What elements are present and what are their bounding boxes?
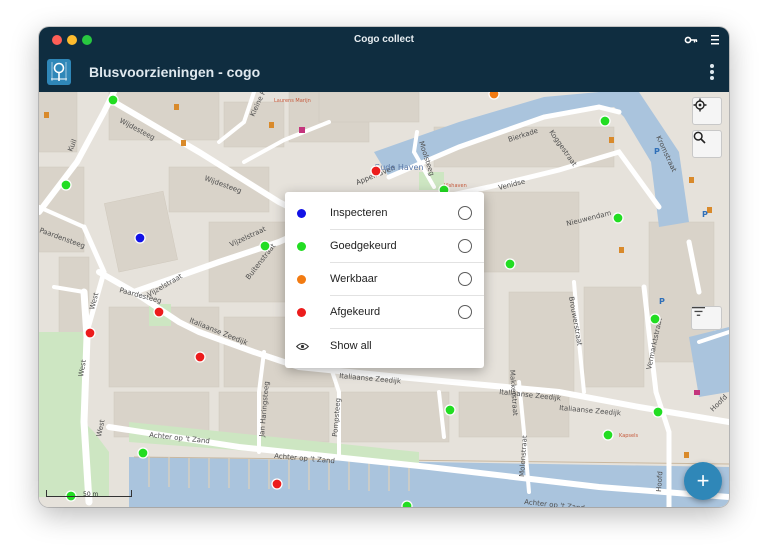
hydrant-marker[interactable] (444, 404, 456, 416)
show-all-option[interactable]: Show all (285, 330, 484, 363)
filter-option-goedgekeurd[interactable]: Goedgekeurd (285, 230, 484, 263)
svg-text:P: P (702, 210, 708, 219)
scale-bar-label: 50 m (83, 491, 99, 498)
svg-text:P: P (654, 147, 660, 156)
hydrant-marker[interactable] (153, 306, 165, 318)
hydrant-marker[interactable] (652, 406, 664, 418)
hydrant-marker[interactable] (602, 429, 614, 441)
filter-option-afgekeurd[interactable]: Afgekeurd (285, 296, 484, 329)
hydrant-marker[interactable] (60, 179, 72, 191)
filter-radio[interactable] (458, 305, 472, 319)
street-label: Hoofd (655, 471, 664, 492)
eye-icon (296, 342, 309, 351)
filter-option-inspecteren[interactable]: Inspecteren (285, 197, 484, 230)
filter-option-label: Afgekeurd (330, 306, 381, 318)
poi-label: Kapsels (619, 433, 638, 439)
hydrant-marker[interactable] (107, 94, 119, 106)
map-pin-logo-icon (51, 62, 67, 81)
filter-radio[interactable] (458, 272, 472, 286)
page-title: Blusvoorzieningen - cogo (89, 64, 261, 80)
hydrant-marker[interactable] (599, 115, 611, 127)
status-filter-menu: Inspecteren Goedgekeurd Werkbaar Afgekeu… (285, 192, 484, 368)
window-title: Cogo collect (353, 34, 414, 45)
filter-button[interactable] (691, 306, 722, 330)
app-logo (47, 59, 71, 85)
add-button[interactable]: + (684, 462, 722, 500)
search-icon (693, 131, 706, 144)
filter-radio[interactable] (458, 239, 472, 253)
title-bar: Cogo collect (39, 27, 729, 53)
hamburger-icon[interactable] (710, 34, 720, 46)
hydrant-marker[interactable] (649, 313, 661, 325)
status-dot-green (297, 242, 306, 251)
filter-option-label: Werkbaar (330, 273, 378, 285)
hydrant-marker[interactable] (259, 240, 271, 252)
hydrant-marker[interactable] (194, 351, 206, 363)
hydrant-marker[interactable] (134, 232, 146, 244)
status-dot-orange (297, 275, 306, 284)
hydrant-marker[interactable] (84, 327, 96, 339)
hydrant-marker[interactable] (370, 165, 382, 177)
filter-option-label: Goedgekeurd (330, 240, 397, 252)
show-all-label: Show all (330, 340, 372, 352)
filter-icon (692, 307, 705, 316)
hydrant-marker[interactable] (612, 212, 624, 224)
status-dot-blue (297, 209, 306, 218)
filter-option-label: Inspecteren (330, 207, 388, 219)
hydrant-marker[interactable] (271, 478, 283, 490)
more-vert-icon[interactable] (709, 64, 715, 82)
svg-text:P: P (659, 297, 665, 306)
hydrant-marker[interactable] (401, 500, 413, 507)
status-dot-red (297, 308, 306, 317)
hydrant-marker[interactable] (504, 258, 516, 270)
key-icon[interactable] (684, 33, 698, 47)
app-bar: Blusvoorzieningen - cogo (39, 53, 729, 92)
locate-icon (693, 98, 707, 112)
filter-radio[interactable] (458, 206, 472, 220)
filter-option-werkbaar[interactable]: Werkbaar (285, 263, 484, 296)
hydrant-marker[interactable] (488, 92, 500, 100)
add-icon: + (696, 468, 710, 493)
hydrant-marker[interactable] (137, 447, 149, 459)
poi-label: Laurens Marijn (274, 98, 311, 104)
search-button[interactable] (692, 130, 722, 158)
locate-button[interactable] (692, 97, 722, 125)
